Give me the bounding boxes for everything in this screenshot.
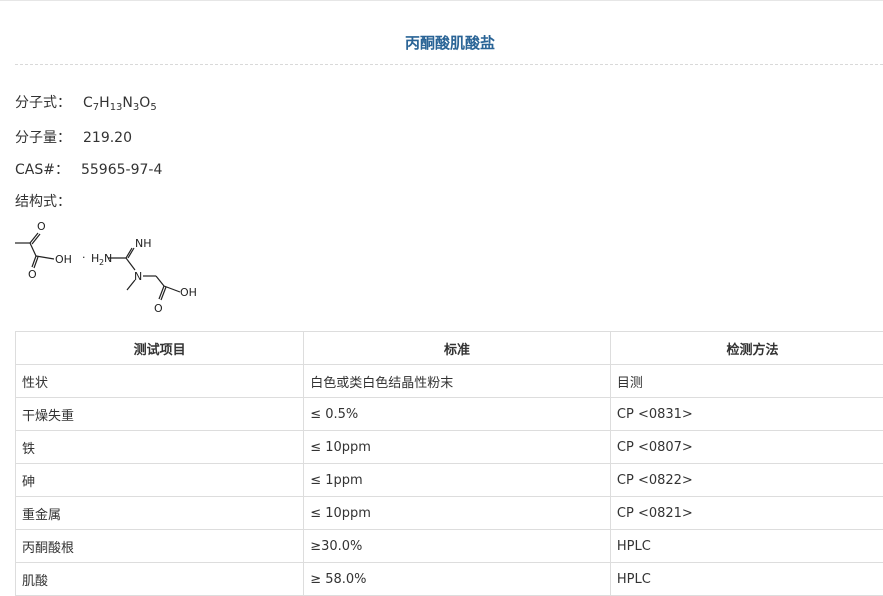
title-divider [15, 64, 883, 65]
top-divider [0, 0, 883, 1]
cell-standard: ≤ 1ppm [304, 464, 611, 497]
table-row: 肌酸 ≥ 58.0% HPLC [16, 563, 883, 596]
cell-test-item: 铁 [16, 431, 304, 464]
table-row: 重金属 ≤ 10ppm CP <0821> [16, 497, 883, 530]
table-row: 丙酮酸根 ≥30.0% HPLC [16, 530, 883, 563]
structure-label: 结构式： [15, 191, 71, 211]
pyruvic-hydroxyl-label: OH [55, 253, 72, 266]
cell-method: CP <0821> [610, 497, 883, 530]
formula-label: 分子式： [15, 95, 71, 111]
cell-test-item: 砷 [16, 464, 304, 497]
mw-row: 分子量： 219.20 [15, 127, 132, 147]
cas-label: CAS#： [15, 162, 69, 178]
amine-n-label: N [104, 252, 112, 265]
cas-row: CAS#： 55965-97-4 [15, 159, 162, 179]
imine-label: NH [135, 237, 152, 250]
carbonyl-oxygen-label: O [37, 220, 46, 233]
cell-method: HPLC [610, 563, 883, 596]
cell-method: HPLC [610, 530, 883, 563]
formula-element: H [99, 95, 110, 111]
creatine-carbonyl-label: O [154, 302, 163, 315]
salt-dot: · [82, 251, 86, 264]
cell-test-item: 性状 [16, 365, 304, 398]
table-header-row: 测试项目 标准 检测方法 [16, 332, 883, 365]
mw-label: 分子量： [15, 130, 71, 146]
table-row: 干燥失重 ≤ 0.5% CP <0831> [16, 398, 883, 431]
structure-diagram: O OH O · H 2 N NH N O OH [12, 220, 212, 320]
formula-subscript: 13 [110, 102, 123, 113]
formula-subscript: 5 [150, 102, 156, 113]
creatine-hydroxyl-label: OH [180, 286, 197, 299]
formula-element: O [139, 95, 150, 111]
formula-value: C7H13N3O5 [83, 95, 157, 111]
cell-standard: ≤ 10ppm [304, 431, 611, 464]
header-test-item: 测试项目 [16, 332, 304, 365]
cell-standard: 白色或类白色结晶性粉末 [304, 365, 611, 398]
cell-standard: ≥30.0% [304, 530, 611, 563]
formula-row: 分子式： C7H13N3O5 [15, 92, 157, 112]
formula-element: C [83, 95, 93, 111]
cell-method: CP <0831> [610, 398, 883, 431]
formula-element: N [122, 95, 132, 111]
cell-test-item: 丙酮酸根 [16, 530, 304, 563]
table-row: 铁 ≤ 10ppm CP <0807> [16, 431, 883, 464]
cell-test-item: 干燥失重 [16, 398, 304, 431]
cell-method: 目测 [610, 365, 883, 398]
cell-method: CP <0822> [610, 464, 883, 497]
cas-value: 55965-97-4 [81, 162, 162, 178]
cell-test-item: 肌酸 [16, 563, 304, 596]
cell-test-item: 重金属 [16, 497, 304, 530]
carboxyl-oxygen-label: O [28, 268, 37, 281]
header-method: 检测方法 [610, 332, 883, 365]
spec-table: 测试项目 标准 检测方法 性状 白色或类白色结晶性粉末 目测 干燥失重 ≤ 0.… [15, 331, 883, 596]
mw-value: 219.20 [83, 130, 132, 146]
cell-method: CP <0807> [610, 431, 883, 464]
page-title: 丙酮酸肌酸盐 [0, 32, 883, 53]
table-row: 性状 白色或类白色结晶性粉末 目测 [16, 365, 883, 398]
methyl-nitrogen-label: N [134, 270, 142, 283]
cell-standard: ≤ 0.5% [304, 398, 611, 431]
cell-standard: ≤ 10ppm [304, 497, 611, 530]
table-row: 砷 ≤ 1ppm CP <0822> [16, 464, 883, 497]
header-standard: 标准 [304, 332, 611, 365]
cell-standard: ≥ 58.0% [304, 563, 611, 596]
